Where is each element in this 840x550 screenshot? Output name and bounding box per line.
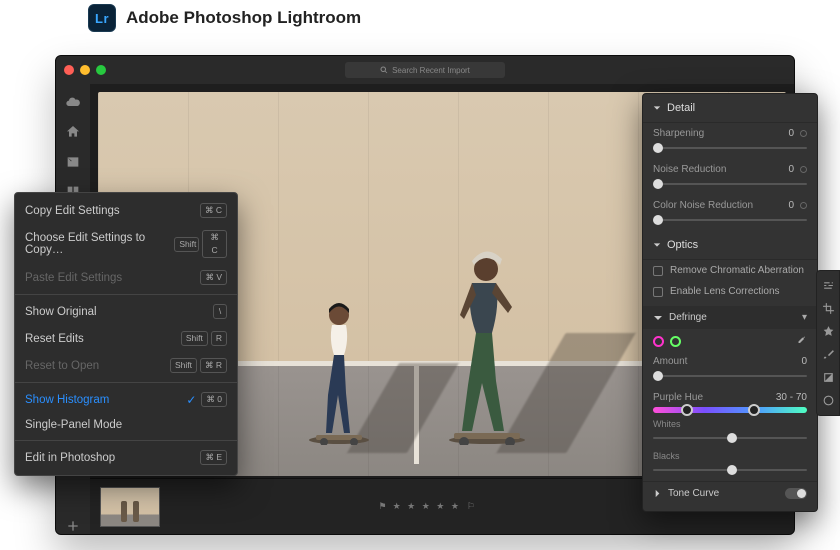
- menu-show-original[interactable]: Show Original \: [15, 298, 237, 325]
- minimize-window-icon[interactable]: [80, 65, 90, 75]
- menu-reset-edits[interactable]: Reset Edits ShiftR: [15, 325, 237, 352]
- home-icon[interactable]: [65, 124, 81, 140]
- crop-icon[interactable]: [822, 302, 835, 315]
- reset-icon[interactable]: [800, 130, 807, 137]
- edit-panel: Detail Sharpening0 Noise Reduction0 Colo…: [642, 93, 818, 512]
- maximize-window-icon[interactable]: [96, 65, 106, 75]
- menu-show-histogram[interactable]: Show Histogram ✓⌘ 0: [15, 386, 237, 413]
- reject-icon[interactable]: ⚐: [467, 501, 475, 512]
- sharpening-label: Sharpening: [653, 128, 704, 139]
- color-noise-label: Color Noise Reduction: [653, 200, 753, 211]
- radial-icon[interactable]: [822, 394, 835, 407]
- noise-slider[interactable]: [653, 179, 807, 189]
- menu-edit-in-photoshop[interactable]: Edit in Photoshop ⌘ E: [15, 444, 237, 471]
- titlebar: Search Recent Import: [56, 56, 794, 84]
- defringe-header[interactable]: Defringe ▾: [643, 306, 817, 329]
- brush-icon[interactable]: [822, 348, 835, 361]
- rating-stars[interactable]: ★ ★ ★ ★ ★: [393, 501, 461, 512]
- menu-copy-edit-settings[interactable]: Copy Edit Settings ⌘ C: [15, 197, 237, 224]
- flag-icon[interactable]: ⚑: [378, 501, 386, 512]
- search-input[interactable]: Search Recent Import: [345, 62, 505, 78]
- menu-single-panel[interactable]: Single-Panel Mode: [15, 413, 237, 437]
- sliders-icon[interactable]: [822, 279, 835, 292]
- tool-rail: [816, 270, 840, 416]
- sharpening-slider[interactable]: [653, 143, 807, 153]
- product-title: Adobe Photoshop Lightroom: [126, 8, 361, 28]
- reset-icon[interactable]: [800, 166, 807, 173]
- detail-section-header[interactable]: Detail: [643, 94, 817, 123]
- context-menu: Copy Edit Settings ⌘ C Choose Edit Setti…: [14, 192, 238, 476]
- tone-curve-toggle[interactable]: [785, 488, 807, 499]
- hue-slider[interactable]: [653, 407, 807, 413]
- search-icon: [380, 66, 388, 74]
- figure-person-1: [304, 295, 374, 445]
- close-window-icon[interactable]: [64, 65, 74, 75]
- add-icon[interactable]: [65, 518, 81, 534]
- whites-label: Whites: [643, 417, 817, 431]
- amount-label: Amount: [653, 356, 687, 367]
- chevron-down-icon: [653, 313, 663, 323]
- expand-icon[interactable]: ▾: [802, 312, 807, 323]
- green-swatch[interactable]: [670, 336, 681, 347]
- amount-slider[interactable]: [653, 371, 807, 381]
- eyedropper-icon[interactable]: [795, 335, 807, 347]
- purple-swatch[interactable]: [653, 336, 664, 347]
- figure-person-2: [442, 245, 532, 445]
- noise-label: Noise Reduction: [653, 164, 726, 175]
- menu-choose-edit-settings[interactable]: Choose Edit Settings to Copy… Shift⌘ C: [15, 224, 237, 264]
- blacks-slider[interactable]: [653, 465, 807, 475]
- menu-paste-edit-settings: Paste Edit Settings ⌘ V: [15, 264, 237, 291]
- lens-checkbox[interactable]: Enable Lens Corrections: [643, 281, 817, 302]
- chevron-right-icon: [653, 489, 662, 498]
- cloud-icon[interactable]: [65, 94, 81, 110]
- reset-icon[interactable]: [800, 202, 807, 209]
- tone-curve-header[interactable]: Tone Curve: [643, 481, 817, 505]
- search-placeholder: Search Recent Import: [392, 66, 470, 75]
- blacks-label: Blacks: [643, 449, 817, 463]
- photos-icon[interactable]: [65, 154, 81, 170]
- thumbnail[interactable]: [100, 487, 160, 527]
- menu-reset-to-open: Reset to Open Shift⌘ R: [15, 352, 237, 379]
- whites-slider[interactable]: [653, 433, 807, 443]
- color-noise-slider[interactable]: [653, 215, 807, 225]
- check-icon: ✓: [186, 393, 196, 407]
- lightroom-logo: Lr: [88, 4, 116, 32]
- optics-section-header[interactable]: Optics: [643, 231, 817, 260]
- heal-icon[interactable]: [822, 325, 835, 338]
- chevron-down-icon: [653, 104, 661, 112]
- gradient-icon[interactable]: [822, 371, 835, 384]
- chromatic-checkbox[interactable]: Remove Chromatic Aberration: [643, 260, 817, 281]
- hue-label: Purple Hue: [653, 392, 703, 403]
- chevron-down-icon: [653, 241, 661, 249]
